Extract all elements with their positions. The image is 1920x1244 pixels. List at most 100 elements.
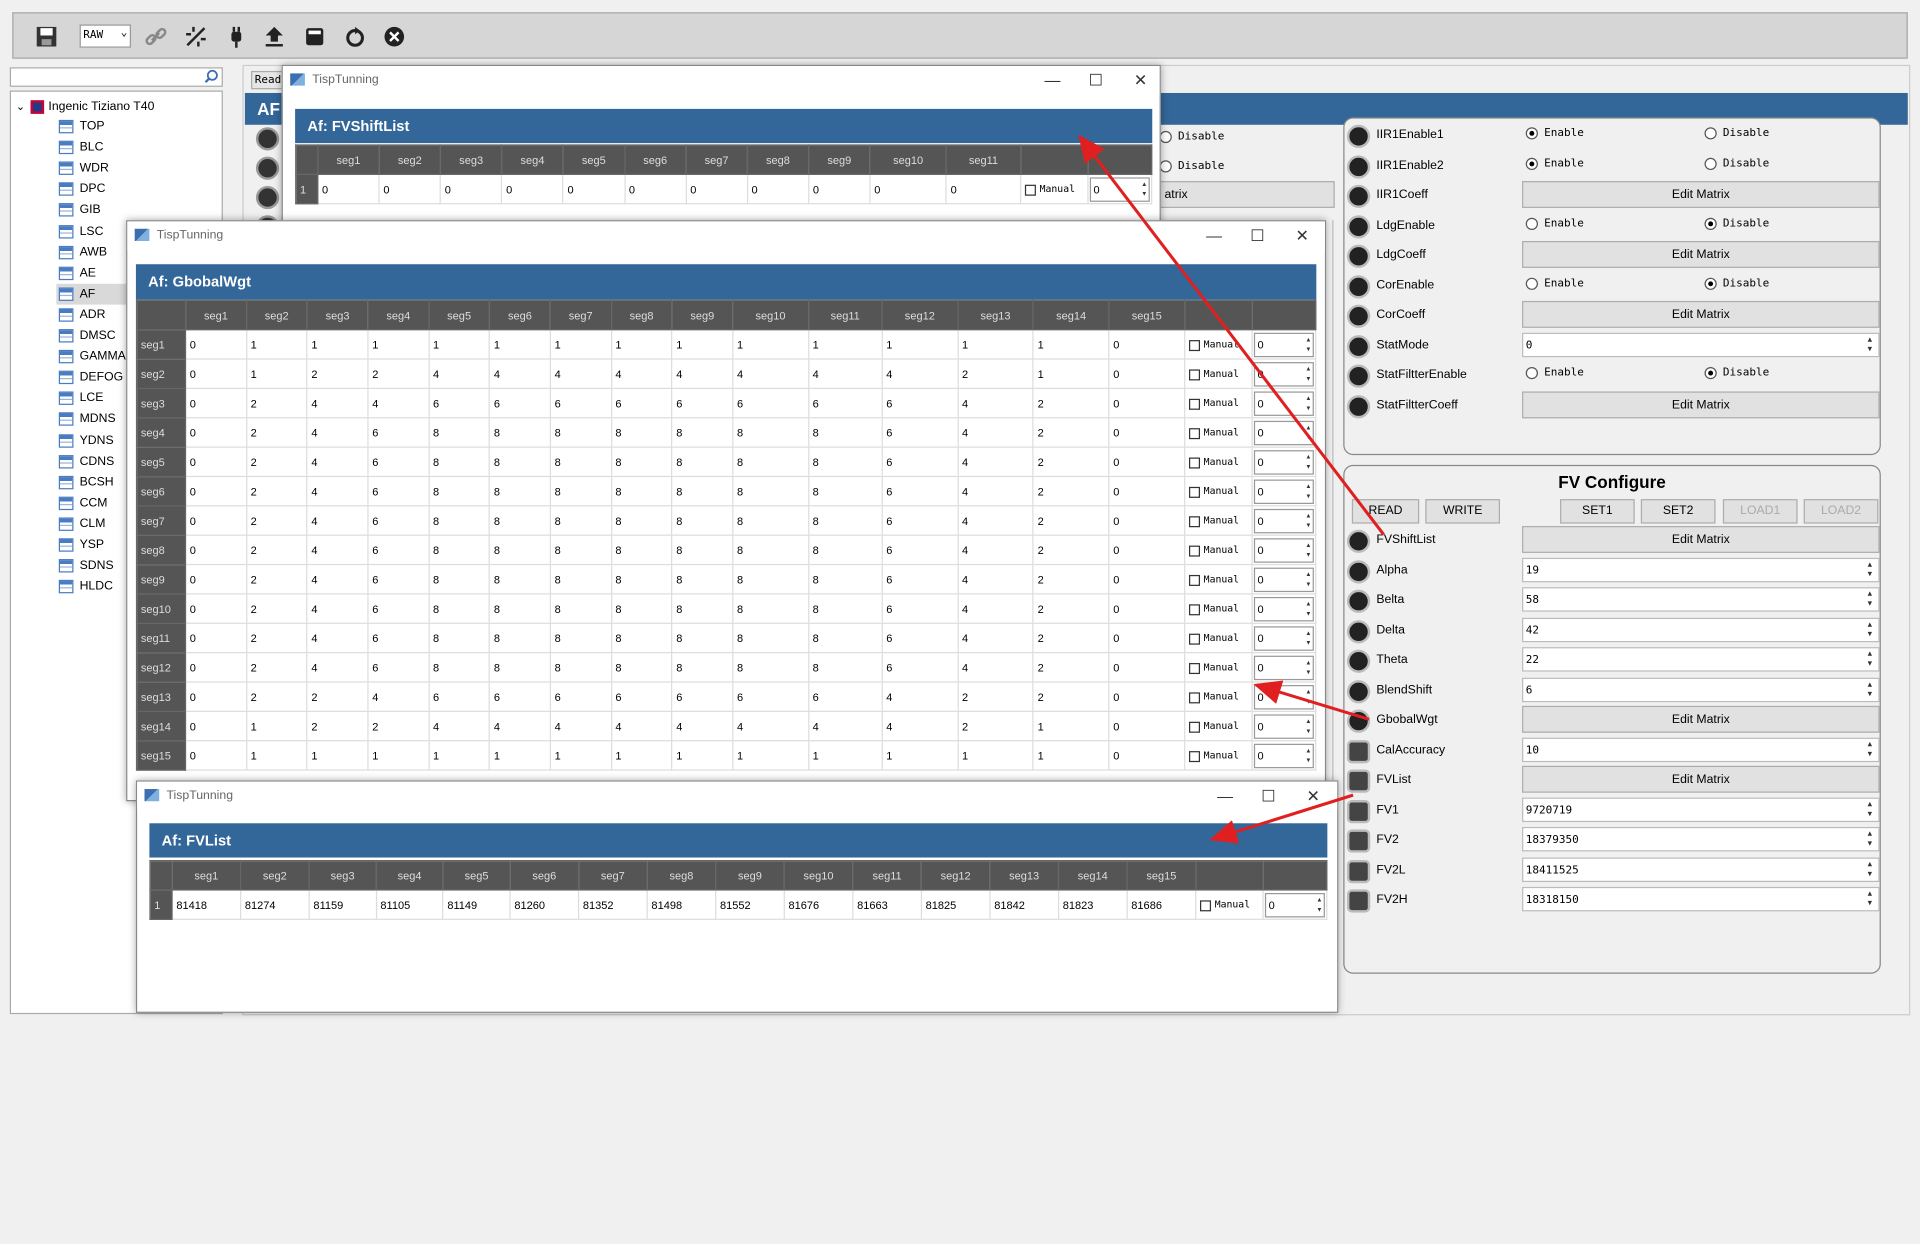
param-icon[interactable] [1346,769,1371,793]
spin-arrows-icon[interactable]: ▲ ▼ [1305,511,1311,531]
spin-arrows-icon[interactable]: ▲ ▼ [1305,658,1311,678]
matrix-cell[interactable]: 8 [671,475,734,507]
matrix-cell[interactable]: 4 [488,710,551,742]
param-value-input[interactable]: 42 ▲ ▼ [1522,617,1880,642]
unlink-icon[interactable] [180,21,212,53]
param-icon[interactable] [1346,829,1371,853]
matrix-cell[interactable]: 0 [184,417,247,448]
matrix-cell[interactable]: 2 [245,446,308,478]
checkbox-icon[interactable] [1188,515,1201,527]
param-icon[interactable] [1346,334,1371,358]
manual-spinbox[interactable]: 0 ▲ ▼ [1264,892,1325,917]
matrix-cell[interactable]: 0 [184,358,247,390]
matrix-cell[interactable]: 4 [610,710,673,742]
matrix-cell[interactable]: 0 [184,740,247,771]
matrix-cell[interactable]: 8 [671,505,734,536]
matrix-cell[interactable]: 8 [807,417,883,448]
spin-arrows-icon[interactable]: ▲ ▼ [1862,680,1877,701]
matrix-cell[interactable]: 0 [1108,681,1186,712]
param-icon[interactable] [1346,649,1371,673]
matrix-cell[interactable]: 8 [549,622,612,654]
matrix-cell[interactable]: 1 [428,329,491,360]
manual-checkbox[interactable]: Manual [1184,446,1253,478]
matrix-cell[interactable]: 6 [610,681,673,712]
manual-spinbox[interactable]: 0 ▲ ▼ [1253,625,1314,651]
manual-checkbox[interactable]: Manual [1020,173,1089,205]
spin-arrows-icon[interactable]: ▲ ▼ [1862,739,1877,760]
load1-button[interactable]: LOAD1 [1722,499,1798,524]
matrix-cell[interactable]: 4 [306,387,369,419]
checkbox-icon[interactable] [1188,721,1201,733]
matrix-cell[interactable]: 1 [1032,358,1110,390]
manual-spinbox[interactable]: 0 ▲ ▼ [1253,361,1314,386]
manual-checkbox[interactable]: Manual [1184,417,1253,448]
checkbox-icon[interactable] [1188,691,1201,703]
close-icon[interactable]: ✕ [1296,226,1309,246]
matrix-cell[interactable]: 8 [671,622,734,654]
matrix-cell[interactable]: 8 [428,475,491,507]
spin-arrows-icon[interactable]: ▲ ▼ [1862,889,1877,910]
matrix-cell[interactable]: 0 [1108,358,1186,390]
checkbox-icon[interactable] [1188,545,1201,557]
matrix-cell[interactable]: 81676 [783,889,854,920]
matrix-cell[interactable]: 0 [184,593,247,624]
matrix-cell[interactable]: 6 [367,652,430,683]
param-icon[interactable] [1346,394,1371,418]
matrix-cell[interactable]: 81498 [646,889,717,920]
matrix-cell[interactable]: 2 [1032,681,1110,712]
matrix-cell[interactable]: 81552 [715,889,785,920]
search-icon[interactable] [203,69,219,85]
matrix-cell[interactable]: 4 [306,417,369,448]
matrix-cell[interactable]: 0 [439,173,503,205]
matrix-cell[interactable]: 8 [671,652,734,683]
param-icon[interactable] [1346,529,1371,553]
matrix-cell[interactable]: 2 [1032,417,1110,448]
matrix-cell[interactable]: 4 [732,358,809,390]
matrix-cell[interactable]: 2 [367,358,430,390]
chevron-down-icon[interactable]: ⌄ [16,100,25,113]
manual-spinbox[interactable]: 0 ▲ ▼ [1253,743,1314,768]
refresh-icon[interactable] [339,21,371,53]
manual-spinbox[interactable]: 0 ▲ ▼ [1253,566,1314,592]
spin-arrows-icon[interactable]: ▲ ▼ [1305,364,1311,384]
matrix-cell[interactable]: 1 [245,329,308,360]
matrix-cell[interactable]: 8 [549,475,612,507]
matrix-cell[interactable]: 8 [610,446,673,478]
matrix-cell[interactable]: 0 [1108,329,1186,360]
matrix-cell[interactable]: 2 [245,417,308,448]
spin-arrows-icon[interactable]: ▲ ▼ [1305,481,1311,501]
matrix-cell[interactable]: 4 [807,358,883,390]
tree-item[interactable]: WDR [56,158,223,179]
param-icon[interactable] [1346,154,1371,178]
param-icon[interactable] [1346,184,1371,208]
manual-checkbox[interactable]: Manual [1184,475,1253,507]
tree-item[interactable]: DPC [56,179,223,200]
matrix-cell[interactable]: 2 [306,681,369,712]
matrix-cell[interactable]: 4 [306,475,369,507]
matrix-cell[interactable]: 6 [549,681,612,712]
param-icon[interactable] [1346,679,1371,703]
matrix-cell[interactable]: 6 [881,622,959,654]
manual-spinbox[interactable]: 0 ▲ ▼ [1253,332,1314,357]
minimize-icon[interactable]: — [1206,226,1222,244]
param-icon[interactable] [1346,304,1371,328]
matrix-cell[interactable]: 4 [957,417,1034,448]
matrix-cell[interactable]: 8 [428,563,491,595]
matrix-cell[interactable]: 6 [367,417,430,448]
matrix-cell[interactable]: 6 [881,417,959,448]
checkbox-icon[interactable] [1188,633,1201,645]
matrix-cell[interactable]: 1 [428,740,491,771]
matrix-cell[interactable]: 6 [671,387,734,419]
matrix-cell[interactable]: 8 [428,505,491,536]
matrix-cell[interactable]: 8 [549,446,612,478]
matrix-cell[interactable]: 4 [306,534,369,566]
checkbox-icon[interactable] [1200,899,1212,911]
matrix-cell[interactable]: 6 [367,505,430,536]
manual-spinbox[interactable]: 0 ▲ ▼ [1253,655,1314,680]
matrix-cell[interactable]: 1 [488,329,551,360]
matrix-cell[interactable]: 6 [671,681,734,712]
param-icon[interactable] [1346,124,1371,149]
matrix-cell[interactable]: 0 [1108,534,1186,566]
matrix-cell[interactable]: 2 [306,358,369,390]
matrix-cell[interactable]: 6 [881,387,959,419]
